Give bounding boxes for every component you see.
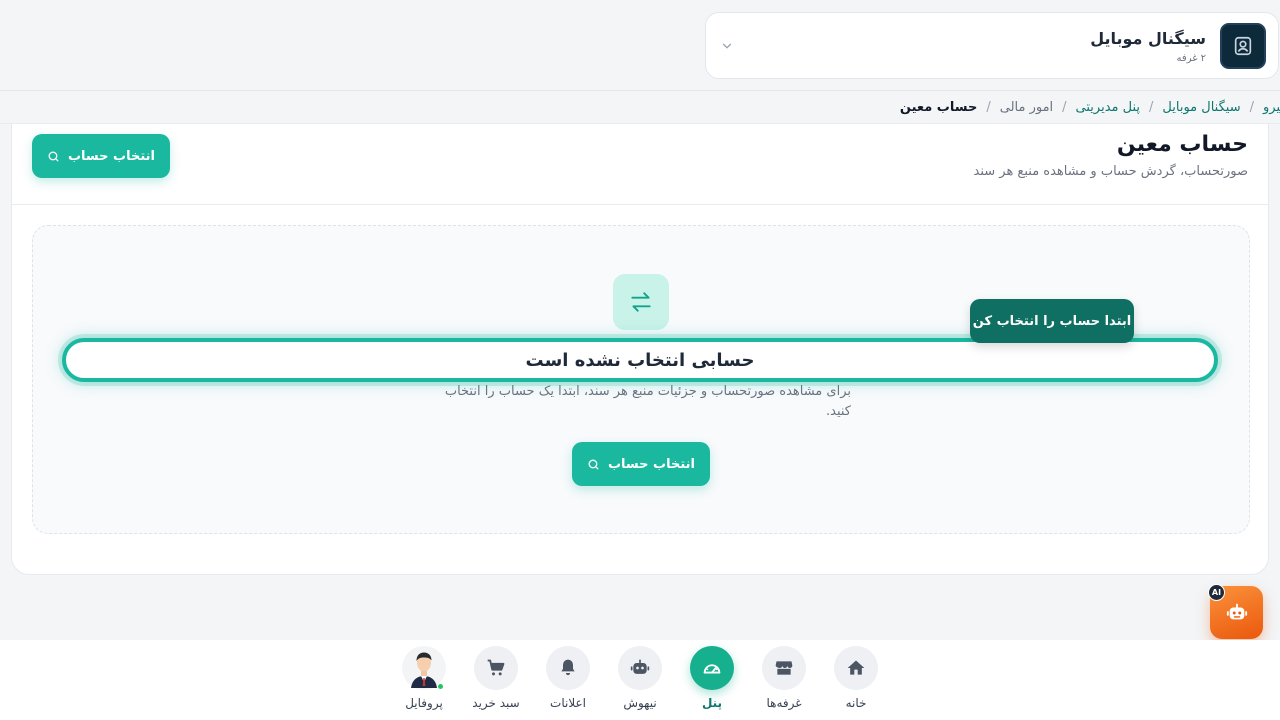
- breadcrumb-separator: /: [1249, 99, 1254, 115]
- cart-icon: [474, 646, 518, 690]
- onboarding-tooltip: ابتدا حساب را انتخاب کن: [970, 299, 1134, 343]
- breadcrumb-separator: /: [1149, 99, 1154, 115]
- bell-icon: [546, 646, 590, 690]
- page-title: حساب معین: [1116, 132, 1248, 157]
- empty-state-title: حسابی انتخاب نشده است: [62, 338, 1218, 382]
- nav-item-ai[interactable]: نیهوش: [610, 646, 670, 710]
- dashboard-icon: [690, 646, 734, 690]
- breadcrumb-item-home[interactable]: نیرو: [1263, 100, 1280, 115]
- nav-item-home[interactable]: خانه: [826, 646, 886, 710]
- ai-badge: AI: [1208, 584, 1225, 601]
- nav-label-cart: سبد خرید: [472, 696, 520, 710]
- nav-item-cart[interactable]: سبد خرید: [466, 646, 526, 710]
- breadcrumb-item-finance: امور مالی: [999, 99, 1054, 115]
- search-icon: [587, 458, 600, 471]
- select-account-button[interactable]: انتخاب حساب: [32, 134, 170, 178]
- chevron-down-icon[interactable]: [720, 39, 734, 53]
- empty-state-title-text: حسابی انتخاب نشده است: [525, 349, 755, 371]
- breadcrumb-separator: /: [986, 99, 991, 115]
- robot-icon: [618, 646, 662, 690]
- select-account-label: انتخاب حساب: [67, 148, 156, 164]
- search-icon: [47, 150, 60, 163]
- nav-label-panel: پنل: [701, 696, 723, 710]
- nav-label-notifications: اعلانات: [550, 696, 586, 710]
- store-subtitle: ۲ غرفه: [1176, 52, 1206, 64]
- breadcrumb-item-store[interactable]: سیگنال موبایل: [1162, 100, 1240, 115]
- store-name: سیگنال موبایل: [1090, 28, 1206, 48]
- nav-label-ai: نیهوش: [623, 696, 657, 710]
- breadcrumb-item-panel[interactable]: پنل مدیریتی: [1076, 100, 1140, 115]
- home-icon: [834, 646, 878, 690]
- empty-state-description: برای مشاهده صورتحساب و جزئیات منبع هر سن…: [444, 384, 851, 419]
- nav-item-profile[interactable]: پروفایل: [394, 646, 454, 710]
- nav-label-profile: پروفایل: [405, 696, 443, 710]
- nav-label-home: خانه: [845, 696, 867, 710]
- nav-item-notifications[interactable]: اعلانات: [538, 646, 598, 710]
- breadcrumb-item-current: حساب معین: [899, 99, 978, 115]
- store-selector[interactable]: سیگنال موبایل ۲ غرفه: [705, 12, 1279, 79]
- breadcrumb-separator: /: [1062, 99, 1067, 115]
- breadcrumb: نیرو / سیگنال موبایل / پنل مدیریتی / امو…: [0, 90, 1280, 124]
- online-status-dot: [437, 683, 444, 690]
- nav-label-stores: غرفه‌ها: [766, 696, 802, 710]
- swap-arrows-icon: [613, 274, 669, 330]
- page-header: حساب معین صورتحساب، گردش حساب و مشاهده م…: [12, 124, 1268, 205]
- store-icon: [762, 646, 806, 690]
- robot-icon: [1226, 602, 1248, 624]
- empty-select-account-button[interactable]: انتخاب حساب: [572, 442, 710, 486]
- tooltip-text: ابتدا حساب را انتخاب کن: [972, 313, 1132, 329]
- store-logo: [1220, 22, 1266, 69]
- empty-select-account-label: انتخاب حساب: [607, 456, 696, 472]
- page-subtitle: صورتحساب، گردش حساب و مشاهده منبع هر سند: [973, 164, 1249, 179]
- bottom-nav: خانه غرفه‌ها پنل نیهوش اعلانات: [0, 640, 1280, 720]
- nav-item-panel[interactable]: پنل: [682, 646, 742, 710]
- avatar: [402, 646, 446, 690]
- nav-item-stores[interactable]: غرفه‌ها: [754, 646, 814, 710]
